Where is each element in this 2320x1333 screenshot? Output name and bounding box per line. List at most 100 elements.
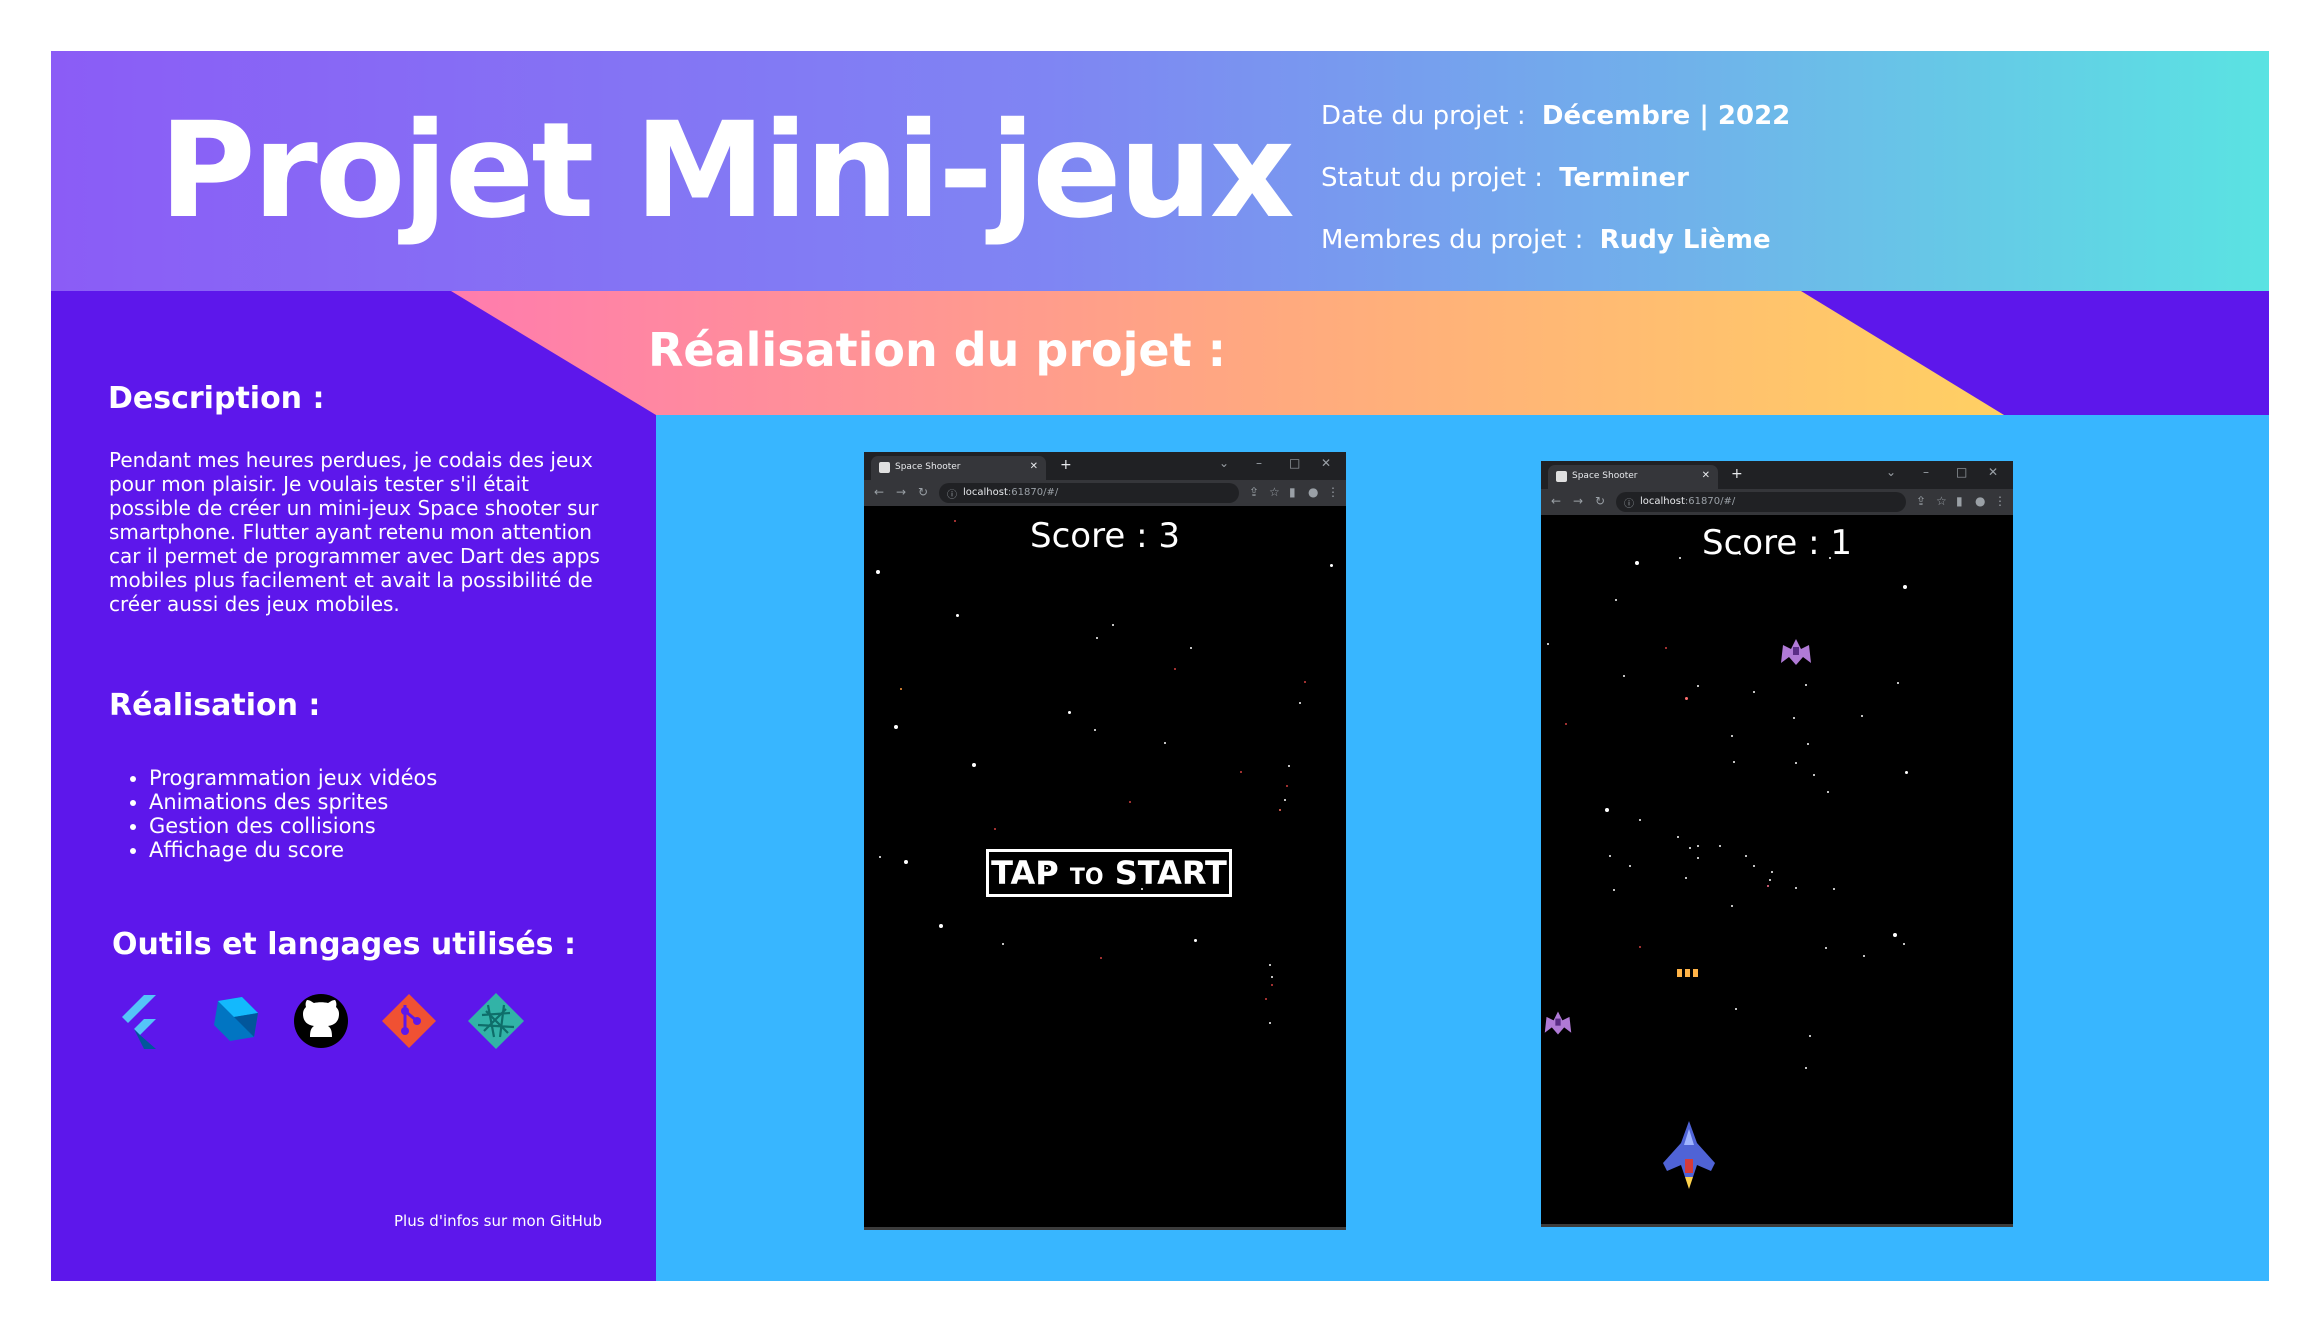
- score-text: Score : 3: [1030, 516, 1180, 556]
- browser-tab-strip: Space Shooter ✕ + ⌄ – □ ✕: [1541, 461, 2013, 489]
- star: [939, 924, 943, 928]
- url-path: :61870/#/: [1684, 496, 1736, 507]
- star: [1299, 702, 1301, 704]
- star: [1813, 774, 1815, 776]
- close-window-icon[interactable]: ✕: [1988, 465, 1998, 479]
- star: [1240, 771, 1242, 773]
- tab-close-icon[interactable]: ✕: [1702, 470, 1710, 481]
- address-bar[interactable]: ⓘ localhost:61870/#/: [1616, 492, 1906, 512]
- star: [1284, 799, 1286, 801]
- enemy-ship-icon: [1544, 1011, 1572, 1035]
- project-status-value: Terminer: [1559, 163, 1689, 193]
- minimize-icon[interactable]: –: [1923, 465, 1929, 479]
- star: [1100, 957, 1102, 959]
- star: [956, 614, 959, 617]
- star: [1745, 855, 1747, 857]
- description-heading: Description :: [108, 381, 325, 416]
- sidepanel-icon[interactable]: ▮: [1956, 494, 1963, 508]
- url-host: localhost: [1640, 496, 1685, 507]
- new-tab-icon[interactable]: +: [1060, 457, 1072, 473]
- url-path: :61870/#/: [1007, 487, 1059, 498]
- star: [1623, 675, 1625, 677]
- description-text: Pendant mes heures perdues, je codais de…: [109, 448, 600, 616]
- star: [1269, 964, 1271, 966]
- star: [876, 570, 880, 574]
- dart-icon: [214, 997, 258, 1041]
- tab-close-icon[interactable]: ✕: [1030, 461, 1038, 472]
- list-item: Affichage du score: [149, 838, 437, 862]
- browser-tab-strip: Space Shooter ✕ + ⌄ – □ ✕: [864, 452, 1346, 480]
- menu-dots-icon[interactable]: ⋮: [1994, 494, 2006, 508]
- star: [954, 520, 956, 522]
- star: [1827, 791, 1829, 793]
- new-tab-icon[interactable]: +: [1731, 466, 1743, 482]
- star: [1731, 735, 1733, 737]
- list-item: Gestion des collisions: [149, 814, 437, 838]
- chevron-down-icon[interactable]: ⌄: [1219, 456, 1229, 470]
- star: [1194, 939, 1197, 942]
- flutter-favicon-icon: [879, 462, 890, 473]
- profile-icon[interactable]: ●: [1975, 494, 1985, 508]
- star: [1609, 855, 1611, 857]
- star: [972, 763, 976, 767]
- game-screenshot-playing: Space Shooter ✕ + ⌄ – □ ✕ ← → ↻ ⓘ localh…: [1541, 461, 2013, 1227]
- star: [1635, 561, 1639, 565]
- github-note[interactable]: Plus d'infos sur mon GitHub: [394, 1212, 602, 1230]
- project-members: Membres du projet : Rudy Lième: [1321, 225, 1771, 255]
- github-icon: [294, 994, 348, 1048]
- tap-to-start-button[interactable]: TAP TO START: [986, 849, 1232, 897]
- project-status-label: Statut du projet :: [1321, 163, 1543, 193]
- window-bottom-edge: [1541, 1224, 2013, 1227]
- maximize-icon[interactable]: □: [1956, 465, 1967, 479]
- chevron-down-icon[interactable]: ⌄: [1886, 465, 1896, 479]
- address-bar[interactable]: ⓘ localhost:61870/#/: [939, 483, 1239, 503]
- project-date-value: Décembre | 2022: [1541, 101, 1791, 131]
- star: [1795, 762, 1797, 764]
- list-item: Programmation jeux vidéos: [149, 766, 437, 790]
- star: [1739, 553, 1741, 555]
- browser-tab[interactable]: Space Shooter ✕: [871, 456, 1046, 480]
- maximize-icon[interactable]: □: [1289, 456, 1300, 470]
- bookmark-star-icon[interactable]: ☆: [1936, 494, 1947, 508]
- star: [1719, 845, 1721, 847]
- back-icon[interactable]: ←: [1551, 494, 1561, 508]
- star: [994, 828, 996, 830]
- star: [1286, 785, 1288, 787]
- star: [1807, 743, 1809, 745]
- share-icon[interactable]: ⇪: [1916, 494, 1926, 508]
- star: [1271, 976, 1273, 978]
- url-host: localhost: [963, 487, 1008, 498]
- star: [1547, 643, 1549, 645]
- star: [1753, 691, 1755, 693]
- bookmark-star-icon[interactable]: ☆: [1269, 485, 1280, 499]
- star: [904, 860, 908, 864]
- star: [1665, 647, 1667, 649]
- project-date: Date du projet : Décembre | 2022: [1321, 101, 1790, 131]
- forward-icon[interactable]: →: [1573, 494, 1583, 508]
- star: [1679, 557, 1681, 559]
- browser-toolbar: ← → ↻ ⓘ localhost:61870/#/ ⇪ ☆ ▮ ● ⋮: [864, 480, 1346, 506]
- share-icon[interactable]: ⇪: [1249, 485, 1259, 499]
- star: [1795, 887, 1797, 889]
- back-icon[interactable]: ←: [874, 485, 884, 499]
- tap-label: TAP: [991, 854, 1059, 892]
- forward-icon[interactable]: →: [896, 485, 906, 499]
- sidepanel-icon[interactable]: ▮: [1289, 485, 1296, 499]
- star: [1697, 857, 1699, 859]
- start-label: START: [1114, 854, 1227, 892]
- reload-icon[interactable]: ↻: [918, 485, 928, 499]
- project-members-label: Membres du projet :: [1321, 225, 1584, 255]
- star: [1805, 684, 1807, 686]
- browser-tab[interactable]: Space Shooter ✕: [1548, 465, 1718, 489]
- minimize-icon[interactable]: –: [1256, 456, 1262, 470]
- menu-dots-icon[interactable]: ⋮: [1327, 485, 1339, 499]
- star: [1697, 845, 1699, 847]
- star: [1330, 564, 1333, 567]
- star: [1269, 1022, 1271, 1024]
- star: [1793, 717, 1795, 719]
- close-window-icon[interactable]: ✕: [1321, 456, 1331, 470]
- profile-icon[interactable]: ●: [1308, 485, 1318, 499]
- reload-icon[interactable]: ↻: [1595, 494, 1605, 508]
- flutter-icon: [122, 995, 156, 1049]
- star: [1112, 624, 1114, 626]
